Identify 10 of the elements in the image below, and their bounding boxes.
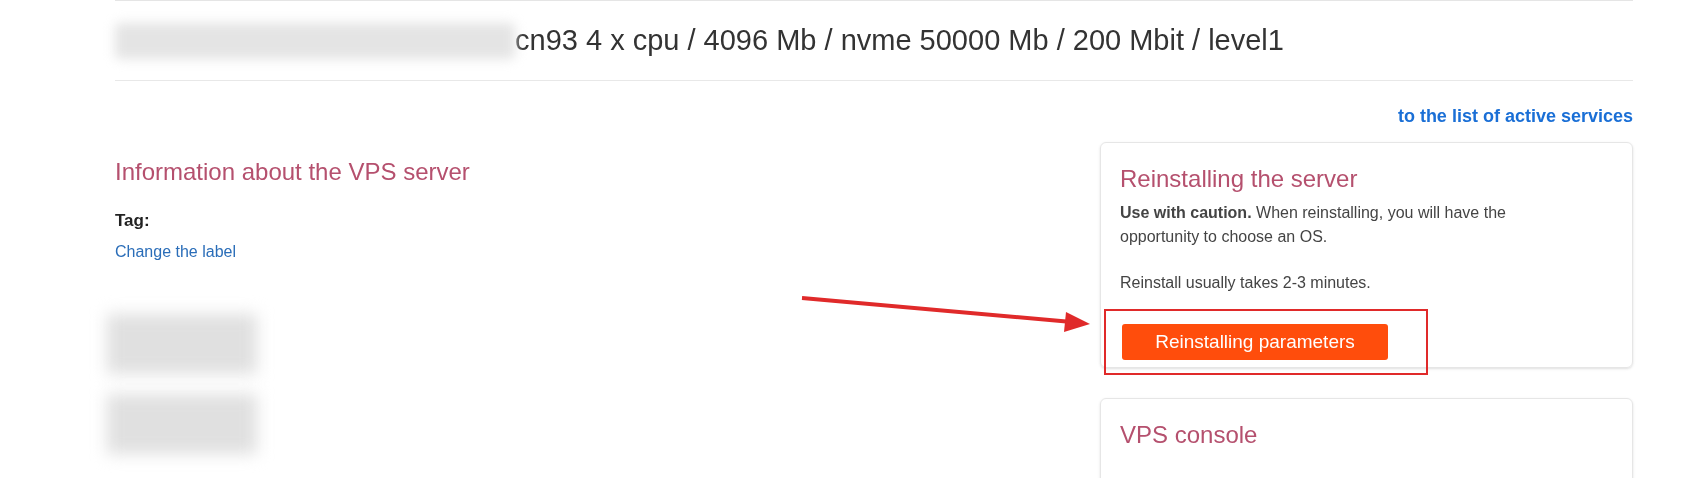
card-title: Reinstalling the server [1120,164,1359,194]
card-title: VPS console [1120,420,1259,450]
section-heading: Information about the VPS server [115,157,470,187]
page-title: cn93 4 x cpu / 4096 Mb / nvme 50000 Mb / 200 Mbit / level1 [515,22,1284,58]
reinstall-button[interactable]: Reinstalling parameters [1122,324,1388,360]
change-label-link[interactable]: Change the label [115,239,470,264]
services-link[interactable]: to the list of active services [1397,103,1633,130]
caution-text: Use with caution. When reinstalling, you will have the opportunity to choose an OS. [1120,203,1507,247]
reinstall-note: Reinstall usually takes 2-3 minutes. [1120,273,1372,293]
tag-label: Tag: [115,210,151,232]
